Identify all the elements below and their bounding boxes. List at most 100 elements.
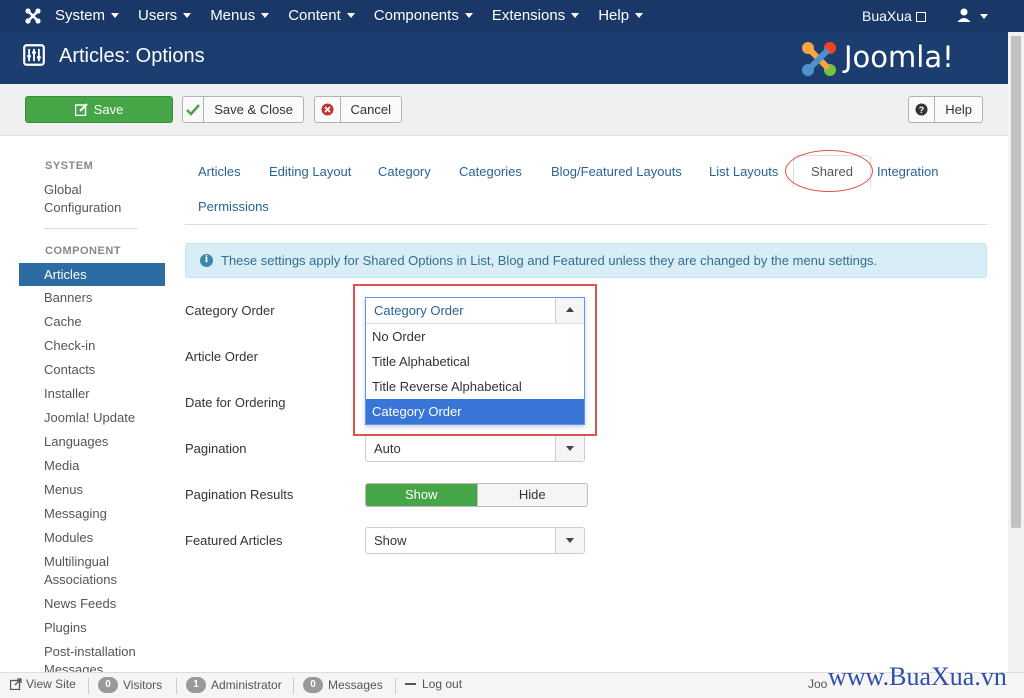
administrator-link[interactable]: 1 Administrator bbox=[186, 677, 282, 693]
option-title-reverse-alphabetical[interactable]: Title Reverse Alphabetical bbox=[366, 374, 584, 399]
tab-articles[interactable]: Articles bbox=[198, 164, 241, 179]
category-order-value: Category Order bbox=[374, 303, 464, 318]
top-navbar: System Users Menus Content Components Ex… bbox=[0, 0, 1024, 32]
menu-system[interactable]: System bbox=[55, 0, 120, 32]
save-label: Save bbox=[93, 102, 124, 117]
user-menu-icon[interactable] bbox=[956, 7, 990, 25]
alert-text: These settings apply for Shared Options … bbox=[221, 253, 878, 268]
sidebar-item-installer[interactable]: Installer bbox=[44, 385, 90, 403]
info-icon: i bbox=[200, 254, 213, 267]
tab-category[interactable]: Category bbox=[378, 164, 431, 179]
joomla-brand-logo-icon bbox=[802, 42, 836, 76]
option-title-alphabetical[interactable]: Title Alphabetical bbox=[366, 349, 584, 374]
menu-users[interactable]: Users bbox=[138, 0, 192, 32]
sidebar-item-banners[interactable]: Banners bbox=[44, 289, 92, 307]
question-icon: ? bbox=[909, 97, 936, 122]
joomla-version-text: Joo bbox=[808, 677, 828, 691]
sidebar-item-plugins[interactable]: Plugins bbox=[44, 619, 87, 637]
sidebar-item-languages[interactable]: Languages bbox=[44, 433, 108, 451]
featured-articles-select[interactable]: Show bbox=[365, 527, 585, 554]
options-icon bbox=[23, 44, 45, 66]
tab-shared[interactable]: Shared bbox=[793, 155, 871, 188]
sidebar-item-messaging[interactable]: Messaging bbox=[44, 505, 107, 523]
chevron-down-icon bbox=[571, 13, 580, 18]
external-link-icon bbox=[915, 12, 926, 22]
featured-articles-label: Featured Articles bbox=[185, 533, 283, 548]
logout-link[interactable]: Log out bbox=[405, 677, 462, 691]
main-menu: System Users Menus Content Components Ex… bbox=[55, 0, 662, 32]
tab-permissions[interactable]: Permissions bbox=[198, 199, 269, 214]
save-close-button[interactable]: Save & Close bbox=[182, 96, 304, 123]
page-header: Articles: Options Joomla! bbox=[0, 32, 1024, 84]
status-separator bbox=[176, 678, 177, 694]
sidebar-item-label: Associations bbox=[44, 572, 117, 587]
sidebar-item-media[interactable]: Media bbox=[44, 457, 79, 475]
save-button[interactable]: Save bbox=[25, 96, 173, 123]
system-heading: SYSTEM bbox=[45, 160, 94, 172]
pagination-results-toggle: Show Hide bbox=[365, 483, 588, 507]
menu-users-label: Users bbox=[138, 7, 178, 24]
visitors-link[interactable]: 0 Visitors bbox=[98, 677, 162, 693]
view-site-link[interactable]: View Site bbox=[10, 677, 76, 691]
messages-link[interactable]: 0 Messages bbox=[303, 677, 383, 693]
save-close-label: Save & Close bbox=[214, 102, 293, 117]
pagination-results-show[interactable]: Show bbox=[366, 484, 477, 506]
scrollbar-thumb[interactable] bbox=[1011, 36, 1021, 528]
sidebar-item-contacts[interactable]: Contacts bbox=[44, 361, 95, 379]
status-separator bbox=[88, 678, 89, 694]
option-no-order[interactable]: No Order bbox=[366, 324, 584, 349]
menu-help-label: Help bbox=[598, 7, 630, 24]
tab-list-layouts[interactable]: List Layouts bbox=[709, 164, 778, 179]
status-separator bbox=[395, 678, 396, 694]
chevron-down-icon bbox=[635, 13, 644, 18]
chevron-up-icon bbox=[566, 307, 574, 312]
menu-help[interactable]: Help bbox=[598, 0, 644, 32]
administrator-badge: 1 bbox=[186, 677, 206, 693]
cancel-icon bbox=[315, 97, 341, 122]
sidebar-item-check-in[interactable]: Check-in bbox=[44, 337, 95, 355]
help-button[interactable]: ? Help bbox=[908, 96, 983, 123]
sidebar-item-multilingual-associations[interactable]: Multilingual Associations bbox=[44, 553, 117, 589]
menu-extensions[interactable]: Extensions bbox=[492, 0, 580, 32]
page-scrollbar[interactable] bbox=[1008, 32, 1024, 672]
messages-label: Messages bbox=[328, 678, 383, 692]
chevron-down-icon bbox=[566, 538, 574, 543]
logout-label: Log out bbox=[422, 677, 463, 691]
component-heading: COMPONENT bbox=[45, 245, 121, 257]
dropdown-toggle bbox=[555, 528, 584, 553]
sidebar-item-post-installation-messages[interactable]: Post-installation Messages bbox=[44, 643, 136, 672]
menu-menus[interactable]: Menus bbox=[210, 0, 270, 32]
site-name: BuaXua bbox=[862, 8, 912, 24]
toolbar: Save Save & Close Cancel ? Help bbox=[0, 84, 1008, 136]
joomla-brand: Joomla! bbox=[800, 38, 990, 78]
menu-content[interactable]: Content bbox=[288, 0, 355, 32]
pagination-results-hide[interactable]: Hide bbox=[476, 484, 587, 506]
menu-system-label: System bbox=[55, 7, 106, 24]
sidebar-item-global-configuration[interactable]: Global Configuration bbox=[44, 181, 121, 217]
tab-blog-featured-layouts[interactable]: Blog/Featured Layouts bbox=[551, 164, 682, 179]
option-category-order[interactable]: Category Order bbox=[366, 399, 584, 424]
sidebar-item-label: Messages bbox=[44, 662, 104, 672]
tab-categories[interactable]: Categories bbox=[459, 164, 522, 179]
tab-integration[interactable]: Integration bbox=[877, 164, 938, 179]
site-link[interactable]: BuaXua bbox=[862, 0, 926, 32]
sidebar-divider bbox=[44, 228, 138, 229]
sidebar-item-label: Global bbox=[44, 182, 82, 197]
cancel-button[interactable]: Cancel bbox=[314, 96, 402, 123]
category-order-select[interactable]: Category Order bbox=[366, 298, 584, 324]
sidebar-item-articles[interactable]: Articles bbox=[19, 263, 165, 286]
menu-menus-label: Menus bbox=[210, 7, 256, 24]
sidebar-item-news-feeds[interactable]: News Feeds bbox=[44, 595, 116, 613]
pagination-select[interactable]: Auto bbox=[365, 435, 585, 462]
sidebar-item-menus[interactable]: Menus bbox=[44, 481, 83, 499]
category-order-dropdown[interactable]: Category Order No Order Title Alphabetic… bbox=[365, 297, 585, 425]
sidebar-item-modules[interactable]: Modules bbox=[44, 529, 93, 547]
joomla-logo-icon[interactable] bbox=[24, 7, 42, 25]
tab-editing-layout[interactable]: Editing Layout bbox=[269, 164, 351, 179]
chevron-down-icon bbox=[111, 13, 120, 18]
sidebar-item-joomla-update[interactable]: Joomla! Update bbox=[44, 409, 135, 427]
sidebar-item-cache[interactable]: Cache bbox=[44, 313, 82, 331]
dropdown-toggle bbox=[555, 298, 584, 323]
menu-components[interactable]: Components bbox=[374, 0, 473, 32]
article-order-label: Article Order bbox=[185, 349, 258, 364]
